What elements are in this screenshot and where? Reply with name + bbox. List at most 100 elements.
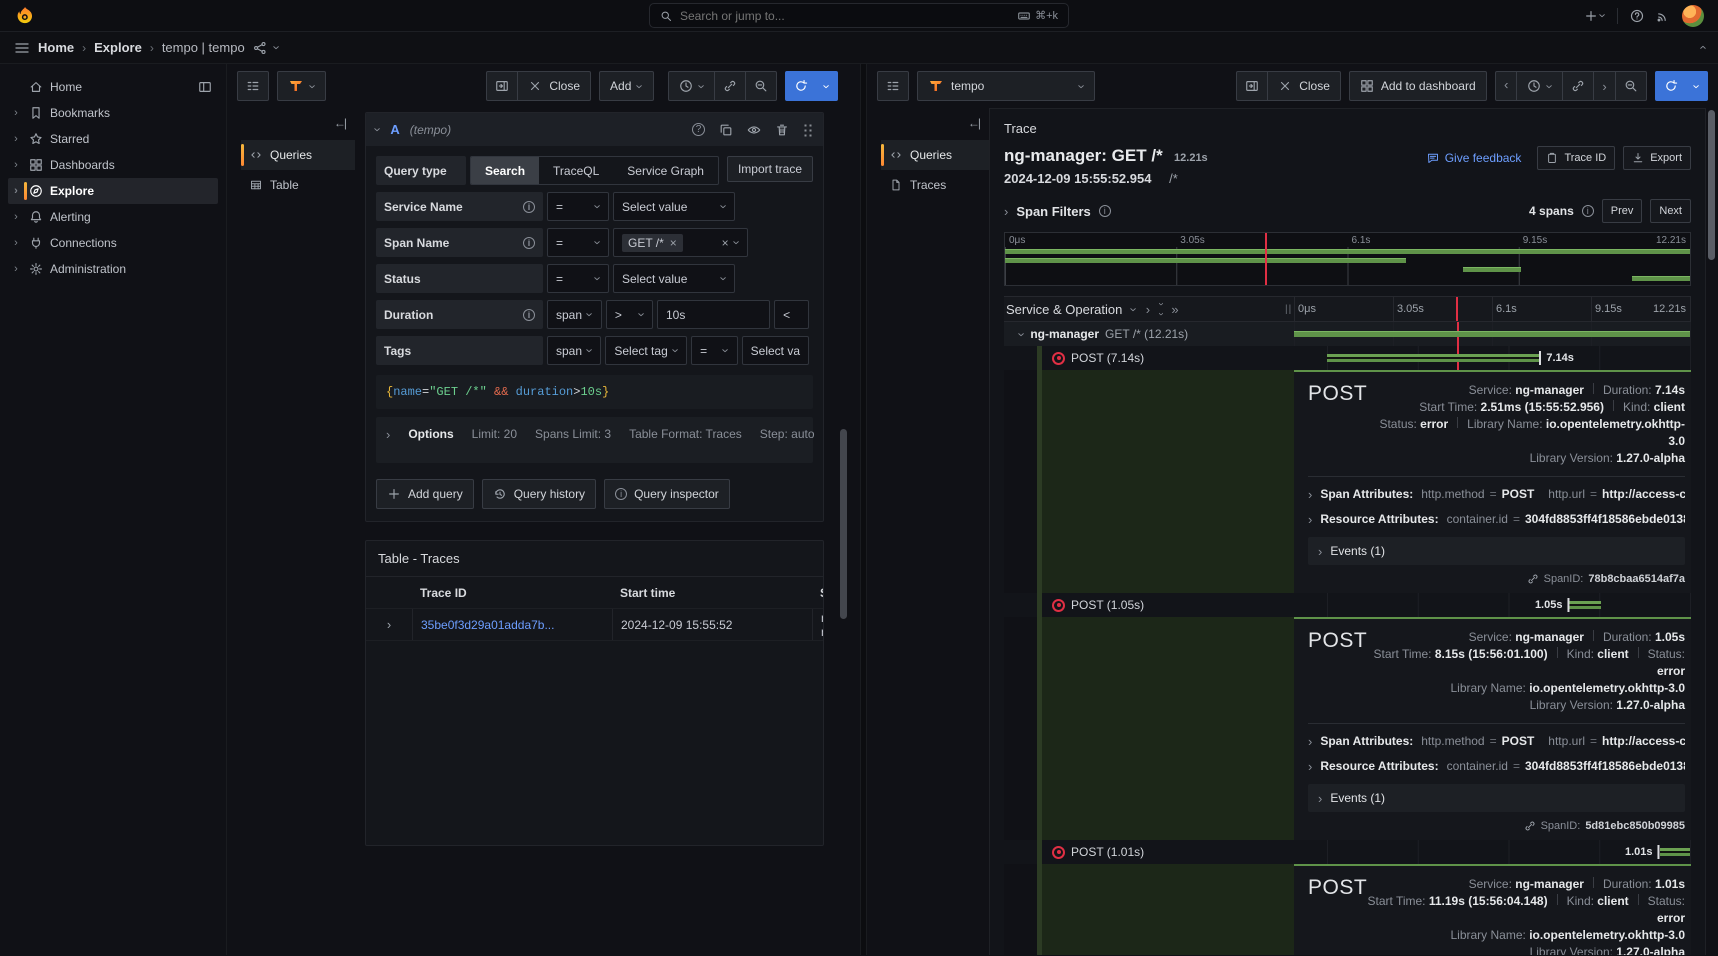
expand-icon[interactable]: › — [1308, 735, 1312, 748]
events-row[interactable]: › Events (1) — [1308, 784, 1685, 812]
expand-icon[interactable]: › — [1308, 513, 1312, 526]
duration-scope[interactable]: span› — [547, 300, 602, 329]
outline-button[interactable] — [237, 71, 269, 101]
duration-value-input[interactable]: 10s — [657, 300, 770, 329]
eye-icon[interactable] — [747, 123, 761, 137]
right-scrollbar[interactable] — [1708, 110, 1715, 260]
span-row[interactable]: POST (1.01s) 1.01s — [1004, 840, 1691, 864]
expand-filters-icon[interactable]: › — [1004, 205, 1008, 218]
news-icon[interactable] — [1656, 9, 1670, 23]
duration-operator[interactable]: >› — [606, 300, 653, 329]
trace-minimap[interactable]: 0μs 3.05s 6.1s 9.15s 12.21s — [1004, 232, 1691, 286]
span-bar[interactable] — [1569, 601, 1600, 609]
span-row[interactable]: POST (1.05s) 1.05s — [1004, 593, 1691, 617]
collapse-nav-icon[interactable]: ←| — [241, 112, 355, 140]
status-value[interactable]: Select value› — [613, 264, 735, 293]
add-button[interactable]: Add › — [599, 71, 654, 101]
trace-id-button[interactable]: Trace ID — [1537, 146, 1615, 170]
sidebar-item-home[interactable]: Home — [8, 74, 218, 100]
span-bar[interactable] — [1660, 848, 1690, 856]
service-name-value[interactable]: Select value› — [613, 192, 735, 221]
collapse-nav-icon[interactable]: ←| — [881, 112, 989, 140]
collapse-toolbar-icon[interactable]: › — [1695, 45, 1708, 49]
close-pane-button[interactable]: Close — [518, 71, 591, 101]
export-button[interactable]: Export — [1623, 146, 1691, 170]
collapse-all-icon[interactable]: › — [1128, 307, 1141, 311]
expand-icon[interactable]: › — [10, 133, 22, 145]
nav-item-queries[interactable]: Queries — [881, 140, 989, 170]
give-feedback-link[interactable]: Give feedback — [1427, 151, 1522, 165]
sync-times-button[interactable] — [715, 71, 746, 101]
expand-icon[interactable]: › — [10, 263, 22, 275]
sidebar-item-starred[interactable]: › Starred — [8, 126, 218, 152]
duration-max-operator[interactable]: < — [774, 300, 809, 329]
trace-id-link[interactable]: 35be0f3d29a01adda7b... — [421, 618, 554, 632]
add-query-button[interactable]: Add query — [376, 479, 474, 509]
resource-attributes-row[interactable]: › Resource Attributes: container.id=304f… — [1308, 512, 1685, 526]
refresh-interval-button[interactable]: › — [1687, 71, 1708, 101]
col-start-time[interactable]: Start time — [612, 577, 812, 608]
refresh-button[interactable] — [1655, 71, 1687, 101]
datasource-mini-picker[interactable]: › — [277, 71, 326, 101]
share-icon[interactable] — [253, 41, 267, 55]
expand-icon[interactable]: › — [1318, 792, 1322, 805]
duplicate-icon[interactable] — [719, 123, 733, 137]
collapse-query-icon[interactable]: › — [372, 127, 385, 131]
span-name-chip[interactable]: GET /*× — [622, 234, 683, 252]
expand-icon[interactable]: › — [1308, 760, 1312, 773]
expand-icon[interactable]: › — [10, 237, 22, 249]
drag-handle-icon[interactable] — [803, 123, 813, 137]
search-input[interactable] — [680, 9, 1010, 23]
query-inspector-button[interactable]: i Query inspector — [604, 479, 730, 509]
link-icon[interactable] — [1527, 573, 1539, 585]
grafana-logo[interactable] — [14, 5, 36, 27]
collapse-children-icon[interactable]: › — [1016, 332, 1029, 336]
tab-service-graph[interactable]: Service Graph — [613, 157, 718, 184]
move-pane-button[interactable] — [1236, 71, 1268, 101]
sidebar-item-explore[interactable]: › Explore — [8, 178, 218, 204]
add-to-dashboard-button[interactable]: Add to dashboard — [1349, 71, 1487, 101]
dock-sidebar-icon[interactable] — [198, 80, 212, 94]
col-service[interactable]: Service — [812, 577, 824, 608]
breadcrumb-explore[interactable]: Explore — [94, 40, 142, 55]
expand-one-icon[interactable]: › — [1146, 303, 1150, 316]
query-help-icon[interactable]: ? — [692, 123, 705, 136]
expand-icon[interactable]: › — [10, 159, 22, 171]
span-name-value[interactable]: GET /*× ×› — [613, 228, 748, 257]
span-bar[interactable] — [1327, 354, 1539, 362]
tags-key-select[interactable]: Select tag› — [605, 336, 687, 365]
shift-time-forward-button[interactable]: › — [1594, 71, 1615, 101]
nav-item-table[interactable]: Table — [241, 170, 355, 200]
expand-icon[interactable]: › — [10, 185, 22, 197]
sidebar-item-dashboards[interactable]: › Dashboards — [8, 152, 218, 178]
events-row[interactable]: › Events (1) — [1308, 537, 1685, 565]
column-resize-handle[interactable]: || — [1285, 304, 1294, 315]
left-scrollbar[interactable] — [840, 429, 847, 619]
chevron-down-icon[interactable]: › — [270, 45, 283, 49]
span-name-operator[interactable]: =› — [547, 228, 609, 257]
expand-options-icon[interactable]: › — [386, 428, 390, 441]
expand-all-icon[interactable]: » — [1171, 303, 1178, 316]
import-trace-button[interactable]: Import trace — [727, 156, 813, 182]
trash-icon[interactable] — [775, 123, 789, 137]
new-button[interactable]: › — [1584, 9, 1605, 23]
sidebar-item-bookmarks[interactable]: › Bookmarks — [8, 100, 218, 126]
nav-item-traces[interactable]: Traces — [881, 170, 989, 200]
span-attributes-row[interactable]: › Span Attributes: http.method=POSThttp.… — [1308, 734, 1685, 748]
span-row-root[interactable]: › ng-manager GET /* (12.21s) — [1004, 322, 1691, 346]
prev-span-button[interactable]: Prev — [1602, 199, 1643, 223]
query-header[interactable]: › A (tempo) ? — [366, 113, 823, 146]
pane-divider[interactable] — [860, 64, 867, 955]
close-pane-button[interactable]: Close — [1268, 71, 1341, 101]
refresh-interval-button[interactable]: › — [817, 71, 838, 101]
expand-icon[interactable]: › — [10, 211, 22, 223]
tab-search[interactable]: Search — [471, 157, 539, 184]
sidebar-item-administration[interactable]: › Administration — [8, 256, 218, 282]
span-row[interactable]: POST (7.14s) 7.14s — [1004, 346, 1691, 370]
service-name-operator[interactable]: =› — [547, 192, 609, 221]
expand-icon[interactable]: › — [10, 107, 22, 119]
move-pane-button[interactable] — [486, 71, 518, 101]
refresh-button[interactable] — [785, 71, 817, 101]
zoom-out-button[interactable] — [1616, 71, 1647, 101]
query-history-button[interactable]: Query history — [482, 479, 596, 509]
